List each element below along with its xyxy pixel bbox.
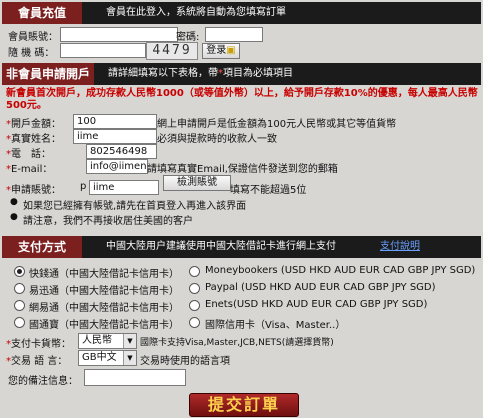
pay-option-radio[interactable] [14, 317, 25, 328]
name-input[interactable]: iime [73, 129, 157, 144]
language-select[interactable]: GB中文 ▼ [78, 350, 137, 366]
pay-option-label: 快錢通（中國大陸借記卡信用卡） [29, 269, 179, 280]
currency-label: *支付卡貨幣： [6, 339, 71, 350]
apply-input[interactable]: iime [89, 180, 159, 195]
account-input[interactable] [60, 27, 178, 42]
password-input[interactable] [205, 27, 263, 42]
pay-option-label: 易迅通（中國大陸借記卡信用卡） [29, 286, 179, 297]
member-header: 會員充值 會員在此登入，系統將自動為您填寫訂單 [2, 2, 481, 24]
nonmember-header: 非會員申請開戶 請詳細填寫以下表格，帶*項目為必填項目 [2, 63, 481, 85]
email-note: 請填寫真實Email,保證信件發送到您的郵箱 [147, 164, 338, 175]
email-input[interactable]: info@iimenez.com [86, 159, 148, 174]
desc-part-b: 項目為必填項目 [223, 68, 293, 79]
remark-label: 您的備注信息： [8, 376, 78, 387]
login-button[interactable]: 登录▣ [202, 43, 240, 59]
password-label: 密碼: [176, 32, 200, 43]
pay-option-label: 網易通（中國大陸借記卡信用卡） [29, 303, 179, 314]
pay-option-label: 國通寶（中國大陸借記卡信用卡） [29, 320, 179, 331]
apply-prefix: p [80, 181, 87, 192]
member-desc: 會員在此登入，系統將自動為您填寫訂單 [106, 7, 286, 18]
payment-help-link[interactable]: 支付說明 [380, 236, 420, 258]
notice-1: 如果您已經擁有帳號,請先在首頁登入再進入該界面 [23, 201, 247, 212]
name-label: *真實姓名： [6, 134, 61, 145]
bullet-dot: ● [10, 197, 18, 207]
currency-select[interactable]: 人民幣 ▼ [78, 333, 137, 349]
pay-option-radio[interactable] [189, 317, 200, 328]
member-title: 會員充值 [2, 2, 82, 24]
captcha-input[interactable] [60, 43, 146, 58]
pay-option-radio[interactable] [14, 266, 25, 277]
pay-option-radio[interactable] [189, 283, 200, 294]
captcha-image: 4479 [146, 42, 198, 60]
chevron-down-icon: ▼ [123, 351, 136, 365]
language-value: GB中文 [82, 352, 117, 363]
nonmember-desc: 請詳細填寫以下表格，帶*項目為必填項目 [108, 63, 293, 85]
lock-icon: ▣ [226, 45, 236, 56]
phone-input[interactable]: 802546498 [86, 144, 157, 159]
remark-input[interactable] [84, 369, 186, 386]
submit-order-button[interactable]: 提交訂單 [189, 393, 299, 417]
currency-value: 人民幣 [82, 335, 112, 346]
notice-2: 請注意，我們不再接收居住美國的客户 [23, 216, 193, 227]
payment-header: 支付方式 中國大陸用户建議使用中國大陸借記卡進行網上支付 支付說明 [2, 236, 481, 258]
language-label: *交易 語 言： [6, 356, 68, 367]
pay-option-radio[interactable] [14, 300, 25, 311]
email-label: *E-mail： [6, 164, 53, 175]
login-label: 登录 [206, 45, 227, 56]
language-note: 交易時使用的語言項 [140, 356, 230, 367]
amount-input[interactable]: 100 [73, 114, 157, 129]
amount-label: *開戶金額： [6, 119, 61, 130]
bullet-dot: ● [10, 212, 18, 222]
pay-option-radio[interactable] [189, 300, 200, 311]
name-note: 必須與提款時的收款人一致 [157, 134, 277, 145]
captcha-label: 隨 機 碼： [8, 48, 55, 59]
promo-text: 新會員首次開戶，成功存款人民幣1000（或等值外幣）以上，給予開戶存款10%的優… [6, 88, 478, 111]
chevron-down-icon: ▼ [123, 334, 136, 348]
apply-label: *申請賬號： [6, 185, 61, 196]
nonmember-title: 非會員申請開戶 [2, 63, 94, 85]
amount-note: 網上申請開戶是低金額為100元人民幣或其它等值貨幣 [157, 119, 397, 130]
pay-option-label: Moneybookers (USD HKD AUD EUR CAD GBP JP… [205, 265, 476, 276]
pay-option-label: Paypal (USD HKD AUD EUR CAD GBP JPY SGD) [205, 282, 436, 293]
currency-note: 國際卡支持Visa,Master,JCB,NETS(請選擇貨幣) [140, 338, 334, 348]
payment-title: 支付方式 [2, 236, 82, 258]
pay-option-radio[interactable] [189, 266, 200, 277]
pay-option-radio[interactable] [14, 283, 25, 294]
apply-note: 填寫不能超過5位 [230, 185, 307, 196]
payment-desc: 中國大陸用户建議使用中國大陸借記卡進行網上支付 [106, 241, 336, 252]
desc-part-a: 請詳細填寫以下表格，帶 [108, 68, 218, 79]
check-account-button[interactable]: 檢測賬號 [163, 175, 231, 191]
pay-option-label: 國際信用卡（Visa、Master..） [205, 320, 346, 331]
phone-label: *電 話： [6, 149, 51, 160]
pay-option-label: Enets(USD HKD AUD EUR CAD GBP JPY SGD) [205, 299, 428, 310]
account-label: 會員賬號： [8, 32, 58, 43]
